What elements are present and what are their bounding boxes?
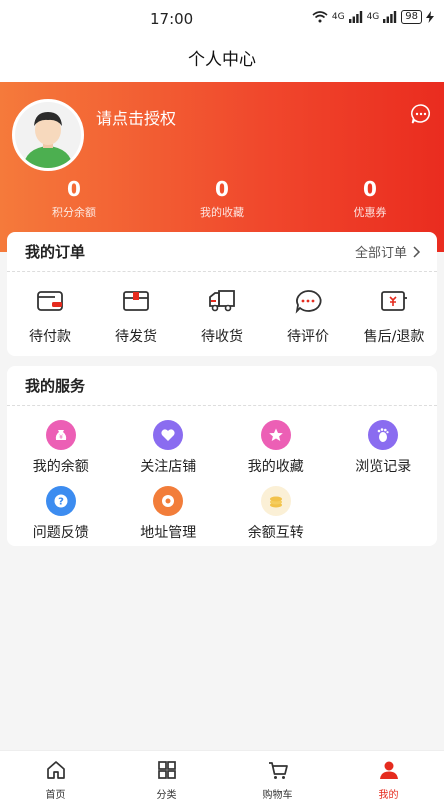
avatar-image [15,102,81,168]
stat-label: 积分余额 [52,206,96,219]
service-label: 我的余额 [32,459,89,475]
stat-label: 我的收藏 [200,206,244,219]
truck-icon [209,290,235,312]
orders-title: 我的订单 [25,243,86,261]
tab-home[interactable]: 首页 [0,751,111,800]
page-title: 个人中心 [188,50,256,70]
orders-card: 我的订单 全部订单 待付款 待发货 待收货 待评价 售后/退款 [7,232,437,356]
question-icon: ? [45,486,76,516]
signal-icon [348,11,362,23]
stat-coupons[interactable]: 0 优惠券 [296,176,444,220]
grid-icon [157,761,176,779]
order-pending-shipment[interactable]: 待发货 [93,288,179,346]
tab-label: 我的 [378,790,399,800]
star-icon [260,420,291,450]
cart-icon [268,762,288,779]
stat-value: 0 [67,177,81,201]
service-label: 余额互转 [247,525,304,541]
service-followed-shops[interactable]: 关注店铺 [115,420,223,476]
stats-row: 0 积分余额 0 我的收藏 0 优惠券 [0,176,444,220]
service-history[interactable]: 浏览记录 [330,420,438,476]
services-header: 我的服务 [7,366,437,406]
stat-points[interactable]: 0 积分余额 [0,176,148,220]
service-balance-transfer[interactable]: 余额互转 [222,486,330,542]
footprint-icon [368,420,399,450]
stat-label: 优惠券 [353,206,387,219]
package-icon [123,291,149,311]
nav-bar: 个人中心 [0,38,444,82]
order-pending-receipt[interactable]: 待收货 [179,288,265,346]
comment-icon [295,290,322,314]
user-icon [379,761,398,779]
service-label: 我的收藏 [247,459,304,475]
money-bag-icon: ¥ [45,420,76,450]
avatar[interactable] [12,99,84,171]
tab-mine[interactable]: 我的 [333,751,444,800]
order-pending-review[interactable]: 待评价 [265,288,351,346]
svg-text:¥: ¥ [59,434,63,441]
tab-category[interactable]: 分类 [111,751,222,800]
charging-icon [426,11,434,23]
network-label-1: 4G [331,12,345,22]
chevron-right-icon [413,245,421,258]
order-pending-payment[interactable]: 待付款 [7,288,93,346]
services-card: 我的服务 ¥ 我的余额 关注店铺 我的收藏 浏览记录 ? 问题反馈 地址管理 余… [7,366,437,546]
service-label: 浏览记录 [355,459,412,475]
bottom-tab-bar: 首页 分类 购物车 我的 [0,750,444,800]
location-icon [153,486,184,516]
tab-cart[interactable]: 购物车 [222,751,333,800]
order-label: 待付款 [29,329,71,345]
order-label: 待发货 [115,329,157,345]
service-address[interactable]: 地址管理 [115,486,223,542]
battery-level: 98 [401,10,422,24]
heart-icon [153,420,184,450]
service-feedback[interactable]: ? 问题反馈 [7,486,115,542]
message-icon[interactable] [410,103,432,125]
service-balance[interactable]: ¥ 我的余额 [7,420,115,476]
status-bar: 17:00 4G 4G 98 [0,0,444,38]
network-label-2: 4G [366,12,380,22]
orders-header: 我的订单 全部订单 [7,232,437,272]
tab-label: 购物车 [262,790,293,800]
order-label: 待收货 [201,329,243,345]
services-grid: ¥ 我的余额 关注店铺 我的收藏 浏览记录 ? 问题反馈 地址管理 余额互转 [7,406,437,552]
service-favorites[interactable]: 我的收藏 [222,420,330,476]
service-label: 地址管理 [140,525,197,541]
order-after-sales[interactable]: 售后/退款 [351,288,437,346]
stat-value: 0 [215,177,229,201]
home-icon [46,761,65,779]
wifi-icon [312,11,328,23]
svg-text:?: ? [58,497,64,508]
stat-value: 0 [363,177,377,201]
tab-label: 首页 [45,790,66,800]
system-indicators: 4G 4G 98 [312,10,434,24]
profile-page: 17:00 4G 4G 98 个人中心 请点击授权 0 积分余额 0 我的收藏 … [0,0,444,800]
wallet-icon [37,291,63,311]
all-orders-label: 全部订单 [354,246,407,261]
tab-label: 分类 [156,790,177,800]
order-status-row: 待付款 待发货 待收货 待评价 售后/退款 [7,272,437,346]
stat-favorites[interactable]: 0 我的收藏 [148,176,296,220]
all-orders-link[interactable]: 全部订单 [355,242,421,261]
authorize-link[interactable]: 请点击授权 [96,105,176,129]
service-label: 问题反馈 [32,525,89,541]
service-label: 关注店铺 [140,459,197,475]
refund-icon [381,291,407,311]
coins-icon [260,486,291,516]
services-title: 我的服务 [25,377,86,395]
signal-icon [383,11,397,23]
profile-header: 请点击授权 0 积分余额 0 我的收藏 0 优惠券 [0,82,444,252]
order-label: 售后/退款 [363,329,425,345]
order-label: 待评价 [287,329,329,345]
status-time: 17:00 [150,10,194,28]
